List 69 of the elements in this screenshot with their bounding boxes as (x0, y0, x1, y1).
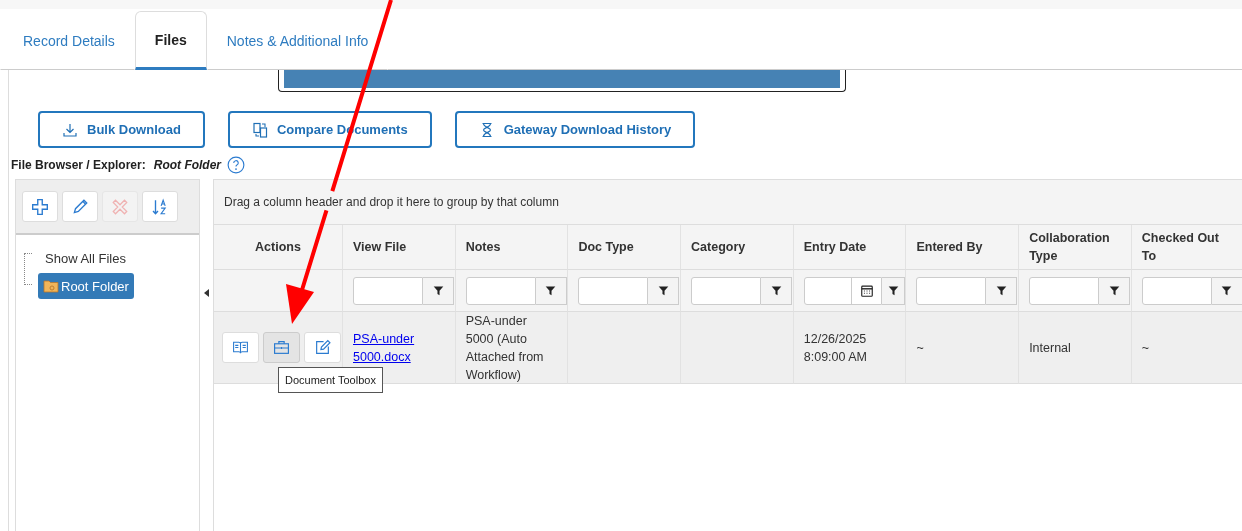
filter-icon (545, 285, 557, 296)
table-cell: ~ (906, 312, 1020, 384)
filter-field[interactable] (353, 276, 423, 305)
column-header[interactable]: Checked Out To (1131, 225, 1242, 270)
table-cell: 12/26/2025 8:09:00 AM (793, 312, 907, 384)
help-icon[interactable] (227, 156, 246, 174)
calendar-icon[interactable] (859, 283, 874, 298)
filter-field[interactable] (1141, 276, 1212, 305)
filter-button[interactable] (986, 276, 1018, 305)
tree-tool-button[interactable] (62, 191, 98, 222)
filter-button[interactable] (1211, 276, 1242, 305)
toolbar-button[interactable]: Gateway Download History (454, 111, 696, 148)
filter-icon (995, 285, 1007, 296)
column-header[interactable]: Collaboration Type (1019, 225, 1132, 270)
tree-item[interactable]: Root Folder (38, 273, 134, 299)
tree-tool-button[interactable] (142, 191, 178, 222)
tab[interactable]: Files (134, 11, 207, 70)
column-header[interactable]: Doc Type (568, 225, 682, 270)
filter-button[interactable] (535, 276, 567, 305)
filter-icon (770, 285, 782, 296)
compare-icon (251, 121, 268, 138)
sort-icon (151, 197, 169, 216)
book-icon (232, 339, 249, 356)
drop-zone[interactable] (278, 70, 846, 92)
edit-icon (314, 339, 331, 356)
toolbar-button[interactable]: Bulk Download (38, 111, 205, 148)
column-header[interactable]: Actions (214, 225, 343, 270)
column-header[interactable]: Entered By (906, 225, 1020, 270)
filter-icon (1221, 285, 1233, 296)
column-header[interactable]: View File (343, 225, 456, 270)
filter-button[interactable] (761, 276, 793, 305)
filter-field[interactable] (916, 276, 987, 305)
plus-icon (31, 197, 49, 216)
filter-button[interactable] (881, 276, 906, 305)
filter-icon (432, 285, 444, 296)
tree-tool-button[interactable] (22, 191, 58, 222)
file-link[interactable]: PSA-under 5000.docx (353, 329, 445, 366)
explorer-label: File Browser / Explorer: (11, 158, 146, 172)
column-header[interactable]: Notes (455, 225, 569, 270)
filter-icon (657, 285, 669, 296)
filter-icon (1108, 285, 1120, 296)
action-button[interactable] (263, 332, 300, 363)
filter-field[interactable] (578, 276, 649, 305)
filter-button[interactable] (423, 276, 454, 305)
tooltip: Document Toolbox (278, 367, 383, 393)
filter-field[interactable] (1029, 276, 1100, 305)
table-cell: Internal (1019, 312, 1132, 384)
table-cell: ~ (1131, 312, 1242, 384)
close-icon (111, 197, 129, 216)
current-folder: Root Folder (153, 158, 222, 172)
download-icon (62, 121, 78, 138)
tab[interactable]: Record Details (0, 11, 135, 70)
tree-item[interactable]: Show All Files (38, 247, 132, 270)
filter-button[interactable] (1099, 276, 1131, 305)
briefcase-icon (273, 339, 290, 356)
filter-button[interactable] (648, 276, 680, 305)
collapse-icon[interactable] (204, 289, 209, 297)
filter-field[interactable] (691, 276, 762, 305)
action-button[interactable] (304, 332, 341, 363)
pencil-icon (71, 197, 89, 216)
filter-icon (887, 285, 899, 296)
column-header[interactable]: Category (681, 225, 794, 270)
table-cell: PSA-under 5000 (Auto Attached from Workflow) (455, 312, 569, 384)
filter-field[interactable] (803, 276, 882, 305)
folder-icon (43, 278, 59, 294)
action-button[interactable] (222, 332, 259, 363)
group-hint: Drag a column header and drop it here to group by that column (214, 180, 1242, 225)
filter-field[interactable] (465, 276, 536, 305)
column-header[interactable]: Entry Date (793, 225, 907, 270)
